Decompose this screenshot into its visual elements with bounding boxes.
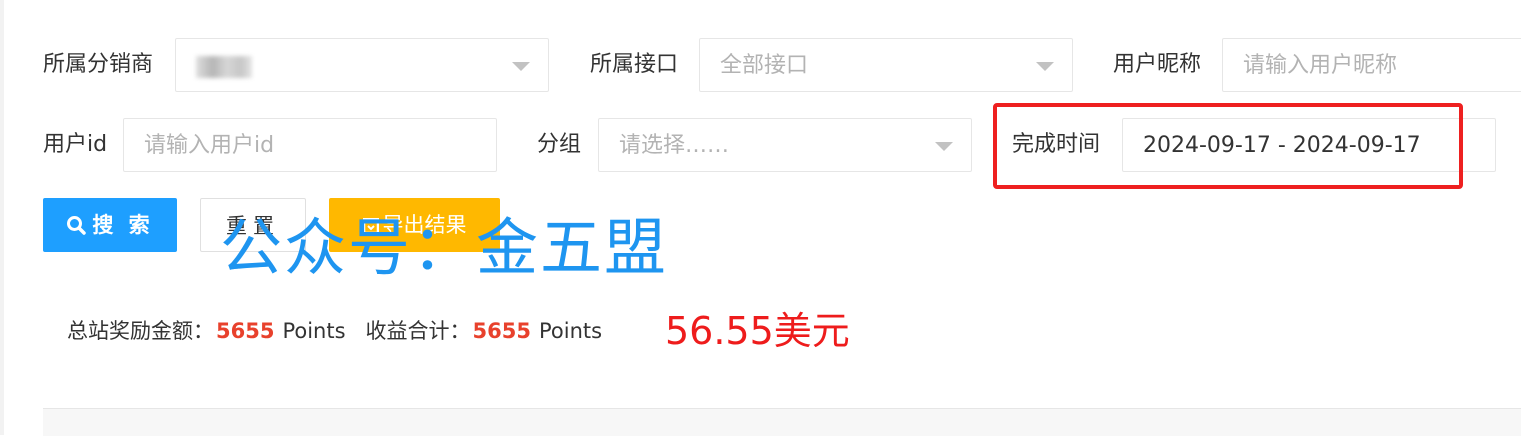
interface-select-value: 全部接口 <box>720 53 809 78</box>
total-reward-label: 总站奖励金额： <box>67 319 214 343</box>
nickname-input[interactable]: 请输入用户昵称 <box>1222 38 1521 92</box>
income-unit: Points <box>539 319 603 343</box>
user-id-input[interactable]: 请输入用户id <box>123 118 497 172</box>
user-id-label: 用户id <box>43 132 108 157</box>
distributor-select[interactable] <box>175 38 549 92</box>
interface-label: 所属接口 <box>590 52 679 77</box>
results-table-header <box>43 408 1521 436</box>
distributor-label: 所属分销商 <box>43 52 154 77</box>
income-label: 收益合计： <box>365 319 471 343</box>
user-id-input-placeholder: 请输入用户id <box>144 133 275 158</box>
total-reward-unit: Points <box>282 319 346 343</box>
interface-select[interactable]: 全部接口 <box>699 38 1073 92</box>
usd-amount-annotation: 56.55美元 <box>665 309 850 353</box>
summary-bar: 总站奖励金额：5655 Points 收益合计：5655 Points <box>67 313 602 353</box>
page-left-border <box>0 0 4 435</box>
nickname-label: 用户昵称 <box>1113 52 1202 77</box>
group-select[interactable]: 请选择…… <box>598 118 972 172</box>
search-button[interactable]: 搜 索 <box>43 198 177 252</box>
group-label: 分组 <box>537 132 582 157</box>
group-select-value: 请选择…… <box>619 133 730 158</box>
distributor-redacted-value <box>196 56 252 78</box>
search-icon <box>67 216 87 235</box>
total-reward-value: 5655 <box>216 319 275 343</box>
chevron-down-icon <box>512 62 530 71</box>
nickname-input-placeholder: 请输入用户昵称 <box>1243 53 1398 78</box>
watermark-text: 公众号：金五盟 <box>220 211 669 284</box>
annotation-highlight-box <box>993 103 1463 189</box>
income-value: 5655 <box>472 319 531 343</box>
chevron-down-icon <box>1036 62 1054 71</box>
chevron-down-icon <box>935 142 953 151</box>
search-button-label: 搜 索 <box>92 213 154 237</box>
